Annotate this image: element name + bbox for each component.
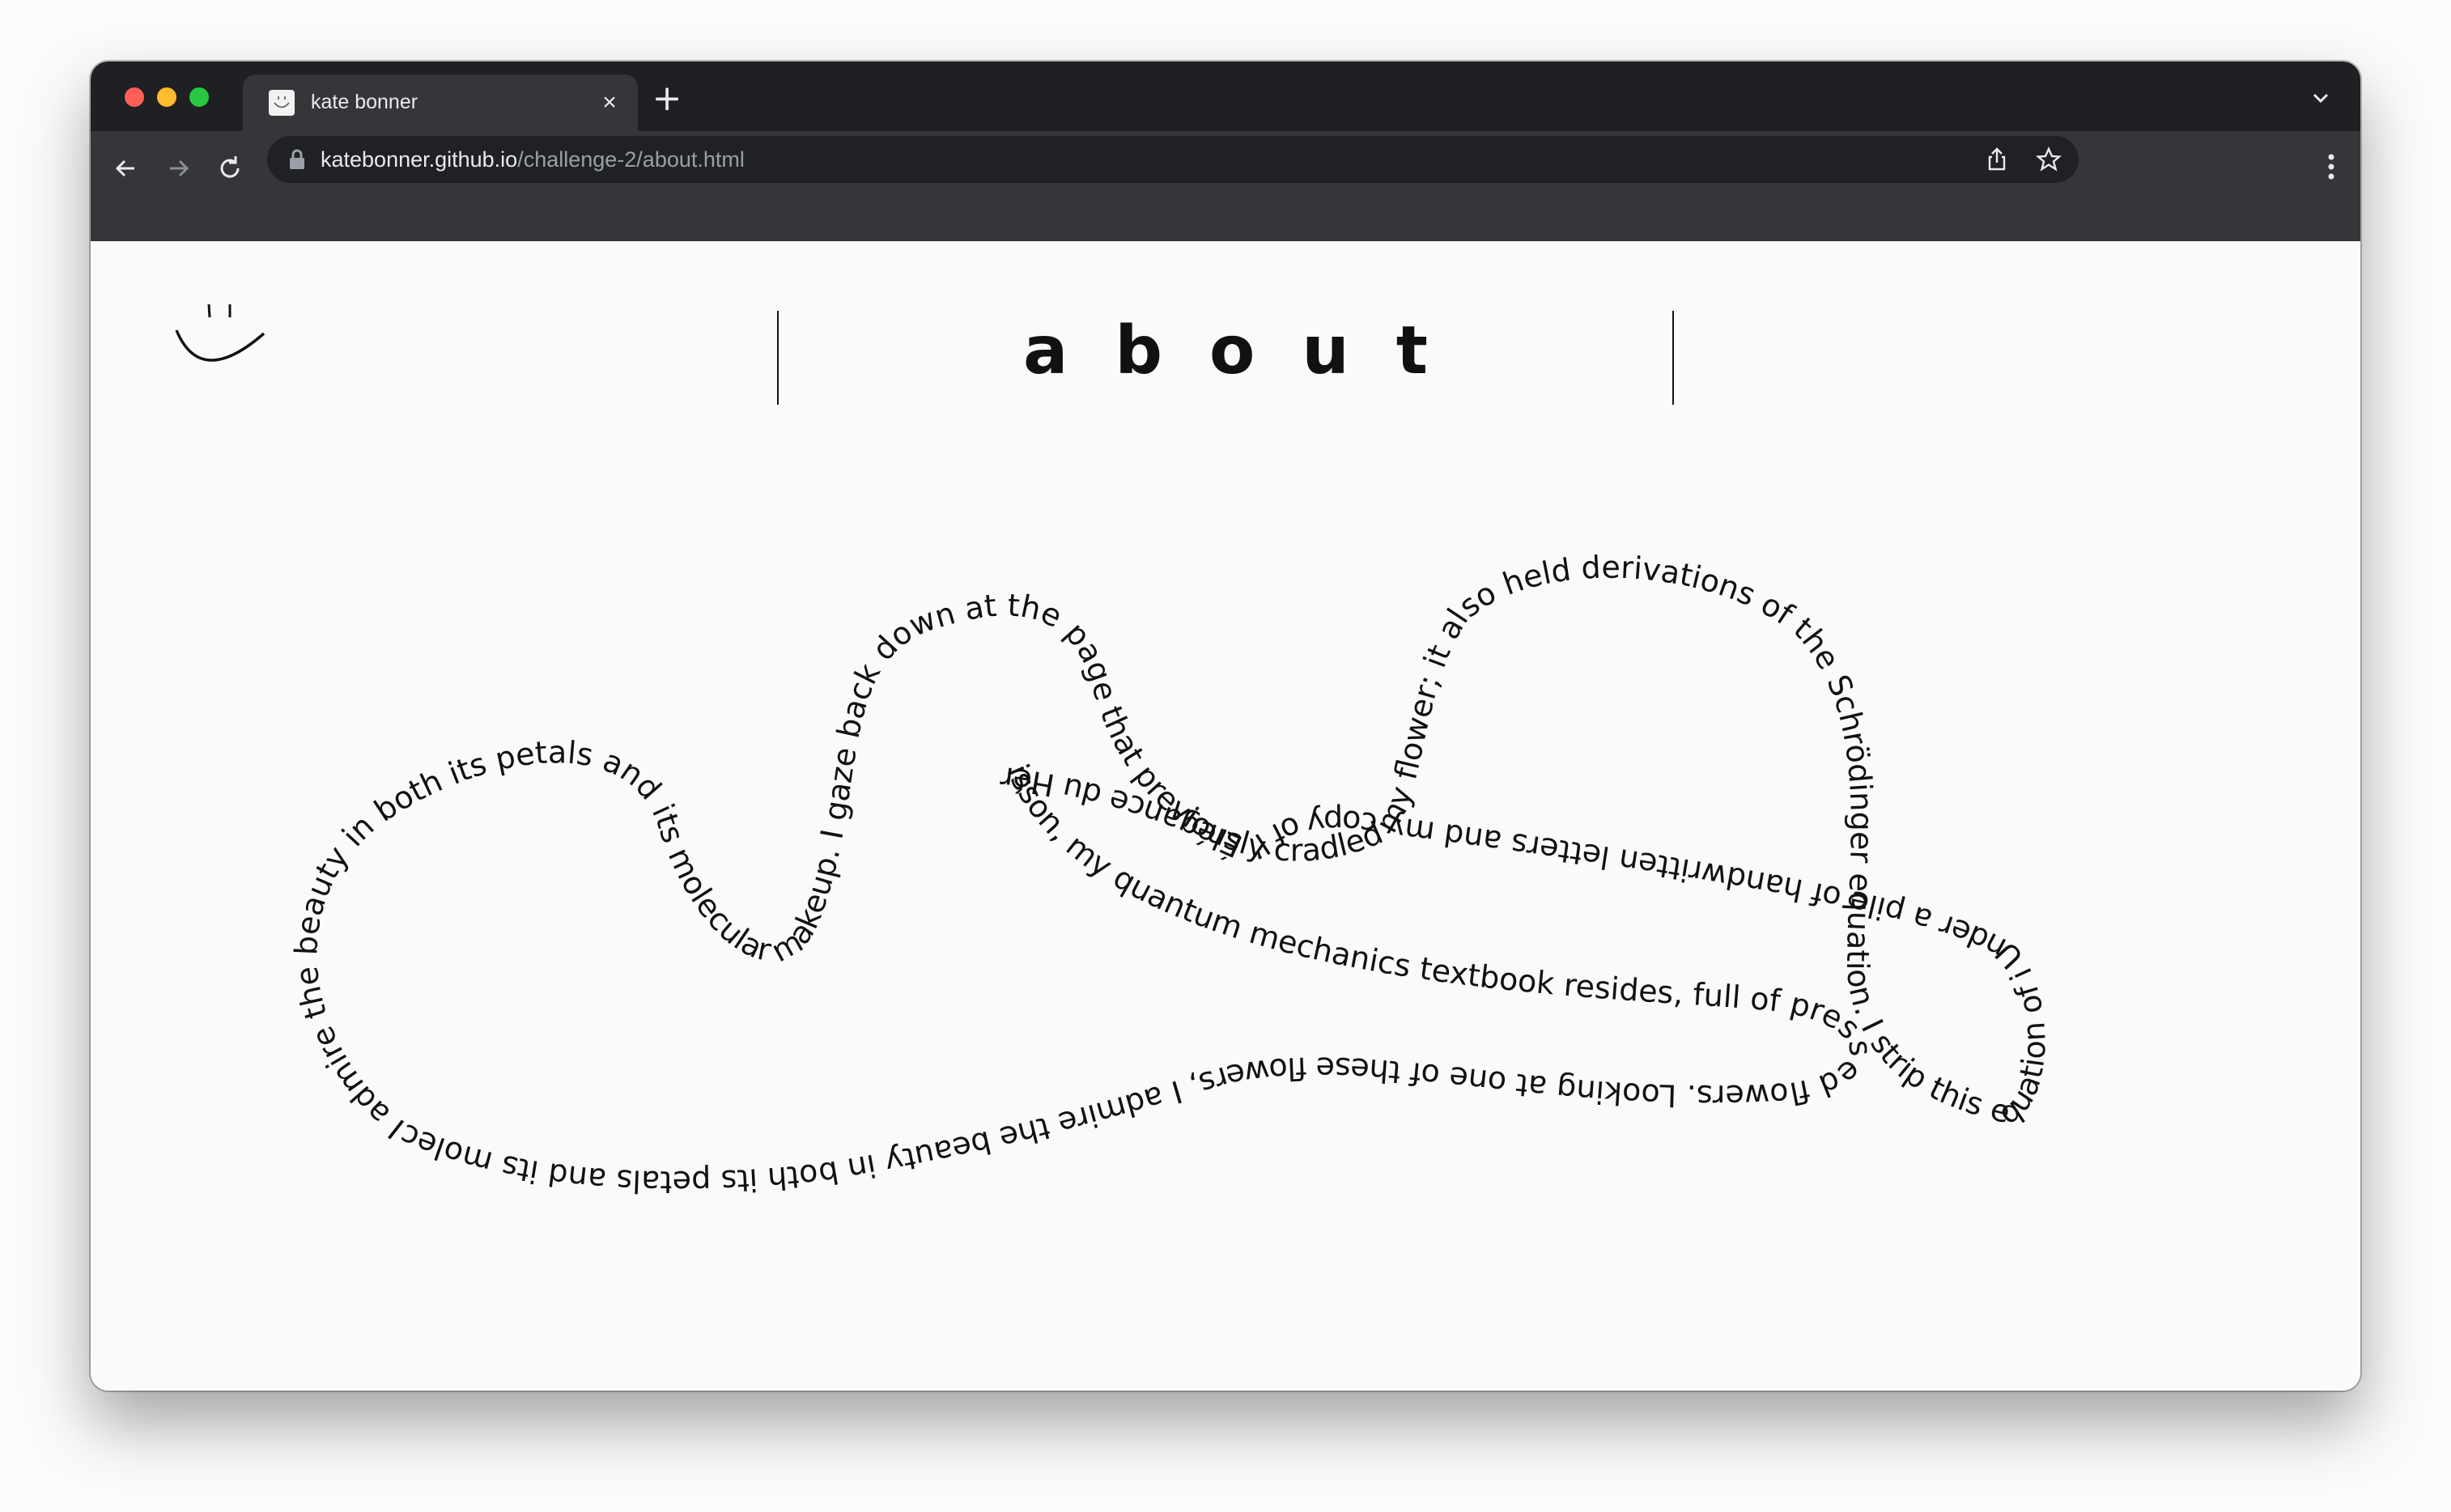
kebab-menu-icon[interactable] (2325, 151, 2338, 183)
url-host: katebonner.github.io (321, 147, 518, 172)
zoom-window-button[interactable] (189, 87, 209, 107)
wavy-paragraph-path: I admire the beauty in both its petals a… (91, 241, 2053, 1200)
share-icon[interactable] (1983, 146, 2011, 173)
bookmark-star-icon[interactable] (2035, 146, 2062, 173)
reload-icon[interactable] (214, 152, 246, 185)
close-window-button[interactable] (125, 87, 144, 107)
tab-title: kate bonner (311, 91, 418, 113)
forward-arrow-icon[interactable] (162, 152, 194, 185)
wavy-text-art: I admire the beauty in both its petals a… (91, 241, 2053, 1200)
favicon-icon (269, 90, 295, 116)
browser-window: kate bonner × + katebonner.github.io/cha… (91, 62, 2360, 1391)
wavy-paragraph: I admire the beauty in both its petals a… (91, 241, 2053, 1200)
lock-icon[interactable] (287, 148, 308, 171)
close-tab-icon[interactable]: × (596, 89, 623, 117)
tab-strip: kate bonner × + (91, 62, 2360, 131)
back-arrow-icon[interactable] (110, 152, 142, 185)
new-tab-button[interactable]: + (651, 81, 683, 117)
tab-kate-bonner[interactable]: kate bonner × (243, 74, 638, 131)
tab-search-chevron-icon[interactable] (2309, 86, 2333, 110)
url-path: /challenge-2/about.html (517, 147, 745, 172)
page-content: about I admire the beauty in both its pe… (91, 241, 2360, 1391)
minimize-window-button[interactable] (157, 87, 176, 107)
address-bar[interactable]: katebonner.github.io/challenge-2/about.h… (267, 136, 2079, 183)
url-text: katebonner.github.io/challenge-2/about.h… (321, 147, 745, 172)
